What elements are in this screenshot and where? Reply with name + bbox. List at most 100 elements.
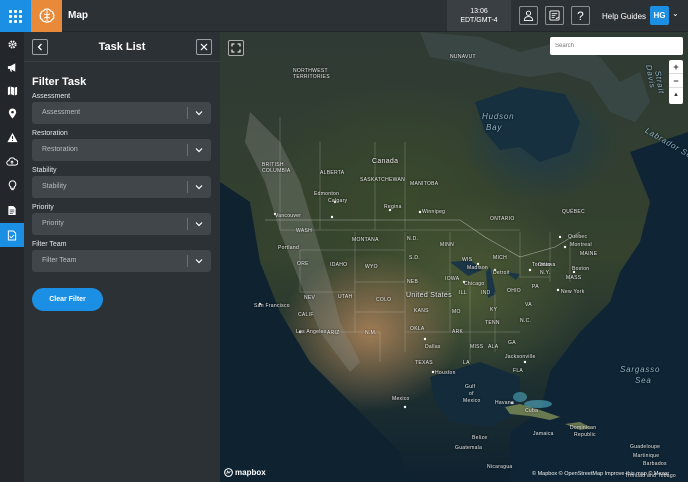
chevron-down-icon <box>195 148 203 153</box>
top-bar: Map 13:06 EDT/GMT-4 ? Help Guides HG ⌄ <box>0 0 688 32</box>
priority-select[interactable]: Priority <box>32 213 211 235</box>
label-havana: Havana <box>495 400 515 406</box>
label-mass: MASS <box>566 275 582 281</box>
clock-zone: EDT/GMT-4 <box>460 17 498 24</box>
chevron-down-icon <box>195 111 203 116</box>
chevron-down-icon <box>195 259 203 264</box>
label-ind: IND <box>481 290 491 296</box>
label-minn: MINN <box>440 242 454 248</box>
panel-title: Task List <box>98 41 146 53</box>
label-quebec-city: Québec <box>568 234 588 240</box>
app-grid-button[interactable] <box>0 0 31 32</box>
label-vancouver: Vancouver <box>275 213 302 219</box>
label-quebec: QUÉBEC <box>562 209 585 215</box>
profile-button[interactable] <box>519 6 538 25</box>
label-jacksonville: Jacksonville <box>505 354 536 360</box>
stability-select[interactable]: Stability <box>32 176 211 198</box>
filter-label-priority: Priority <box>32 204 54 211</box>
label-regina: Regina <box>384 204 402 210</box>
rail-ideas[interactable] <box>0 173 24 197</box>
label-sargasso1: Sargasso <box>620 365 661 374</box>
map-search-input[interactable] <box>550 37 683 55</box>
label-ga: GA <box>508 340 516 346</box>
label-gulf3: Mexico <box>463 398 481 404</box>
close-button[interactable] <box>196 39 212 55</box>
help-guides-link[interactable]: Help Guides <box>602 12 646 21</box>
label-sanfrancisco: San Francisco <box>254 303 290 309</box>
label-houston: Houston <box>435 370 456 376</box>
filter-label-restoration: Restoration <box>32 130 68 137</box>
label-colo: COLO <box>376 297 392 303</box>
chevron-down-icon <box>195 185 203 190</box>
app-title: Map <box>68 10 88 21</box>
label-martinique: Martinique <box>633 453 660 459</box>
filter-label-team: Filter Team <box>32 241 67 248</box>
label-nd: N.D. <box>407 236 419 242</box>
rail-upload[interactable] <box>0 149 24 173</box>
select-value: Filter Team <box>42 257 77 264</box>
label-wash: WASH <box>296 228 313 234</box>
label-nunavut: NUNAVUT <box>450 54 476 60</box>
pin-icon <box>8 107 16 119</box>
label-wyo: WYO <box>365 264 378 270</box>
compass-button[interactable]: ▲ <box>669 88 683 102</box>
label-ill: ILL <box>459 290 467 296</box>
clear-filter-button[interactable]: Clear Filter <box>32 288 103 311</box>
label-winnipeg: Winnipeg <box>422 209 446 215</box>
label-chicago: Chicago <box>464 281 485 287</box>
label-utah: UTAH <box>338 294 353 300</box>
label-belize: Belize <box>472 435 488 441</box>
close-icon <box>200 43 208 51</box>
label-ariz: ARIZ <box>327 330 340 336</box>
mapbox-logo[interactable]: mapbox <box>224 468 266 477</box>
label-pa: PA <box>532 284 539 290</box>
filter-label-stability: Stability <box>32 167 57 174</box>
restoration-select[interactable]: Restoration <box>32 139 211 161</box>
rail-map[interactable] <box>0 78 24 102</box>
map-view[interactable]: NORTHWEST TERRITORIES NUNAVUT Hudson Bay… <box>220 32 688 482</box>
rail-settings[interactable] <box>0 32 24 56</box>
select-value: Assessment <box>42 109 81 116</box>
rail-task-list[interactable] <box>0 223 24 247</box>
avatar[interactable]: HG <box>650 6 669 25</box>
label-ontario: ONTARIO <box>490 216 515 222</box>
label-dominican1: Dominican <box>570 425 597 431</box>
map-search-box[interactable] <box>550 37 683 55</box>
label-kans: KANS <box>414 308 429 314</box>
help-button[interactable]: ? <box>571 6 590 25</box>
label-dominican2: Republic <box>574 432 596 438</box>
rail-documents[interactable] <box>0 198 24 222</box>
icon-rail <box>0 32 24 482</box>
label-toronto: Toronto <box>532 262 551 268</box>
rail-announcements[interactable] <box>0 55 24 79</box>
select-value: Stability <box>42 183 67 190</box>
document-icon <box>8 205 16 215</box>
label-manitoba: MANITOBA <box>410 181 439 187</box>
label-sask: SASKATCHEWAN <box>360 177 405 183</box>
team-select[interactable]: Filter Team <box>32 250 211 272</box>
task-list-icon <box>7 229 17 241</box>
person-icon <box>523 10 534 21</box>
zoom-in-button[interactable]: + <box>669 60 683 74</box>
label-nicaragua: Nicaragua <box>487 464 513 470</box>
label-dallas: Dallas <box>425 344 441 350</box>
label-mo: MO <box>452 309 461 315</box>
label-hudson2: Bay <box>486 123 503 132</box>
rail-location[interactable] <box>0 101 24 125</box>
zoom-control: + − ▲ <box>669 60 683 104</box>
brain-logo[interactable] <box>31 0 62 32</box>
select-value: Priority <box>42 220 64 227</box>
label-calgary: Calgary <box>328 198 348 204</box>
panel-header: Task List <box>24 32 220 62</box>
chevron-down-icon[interactable]: ⌄ <box>672 9 679 18</box>
rail-alerts[interactable] <box>0 125 24 149</box>
checklist-button[interactable] <box>545 6 564 25</box>
label-ark: ARK <box>452 329 464 335</box>
zoom-out-button[interactable]: − <box>669 74 683 88</box>
assessment-select[interactable]: Assessment <box>32 102 211 124</box>
label-neb: NEB <box>407 279 419 285</box>
label-montana: MONTANA <box>352 237 379 243</box>
map-attribution[interactable]: © Mapbox © OpenStreetMap Improve this ma… <box>532 471 669 477</box>
label-ore: ORE <box>297 261 309 267</box>
fullscreen-button[interactable] <box>228 40 244 56</box>
